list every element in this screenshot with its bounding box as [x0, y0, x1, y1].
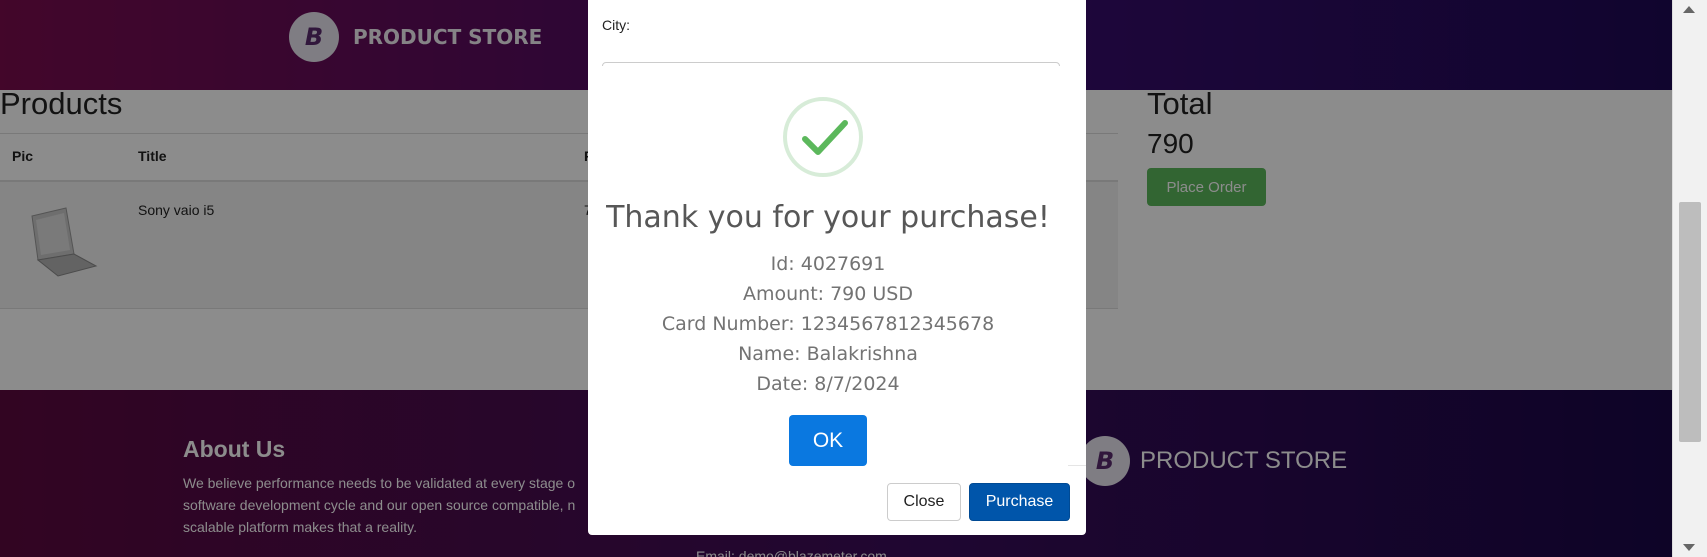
order-card-number: Card Number: 1234567812345678 — [661, 313, 995, 335]
alert-title: Thank you for your purchase! — [606, 200, 1050, 235]
vertical-scrollbar[interactable] — [1672, 0, 1707, 557]
order-name: Name: Balakrishna — [738, 343, 918, 365]
city-label: City: — [602, 17, 630, 33]
ok-button[interactable]: OK — [789, 415, 867, 466]
alert-details: Id: 4027691 Amount: 790 USD Card Number:… — [588, 249, 1068, 399]
order-id: Id: 4027691 — [770, 253, 886, 275]
scroll-up-arrow-icon[interactable] — [1683, 6, 1695, 13]
close-button[interactable]: Close — [887, 483, 961, 521]
page: B PRODUCT STORE Products Pic Title P Son… — [0, 0, 1672, 557]
scrollbar-thumb[interactable] — [1679, 202, 1701, 442]
order-date: Date: 8/7/2024 — [756, 373, 900, 395]
success-icon — [783, 97, 863, 177]
scroll-down-arrow-icon[interactable] — [1683, 544, 1695, 551]
check-icon — [802, 120, 848, 155]
order-amount: Amount: 790 USD — [742, 283, 913, 305]
purchase-button[interactable]: Purchase — [969, 483, 1070, 521]
purchase-success-alert: Thank you for your purchase! Id: 4027691… — [588, 66, 1068, 476]
